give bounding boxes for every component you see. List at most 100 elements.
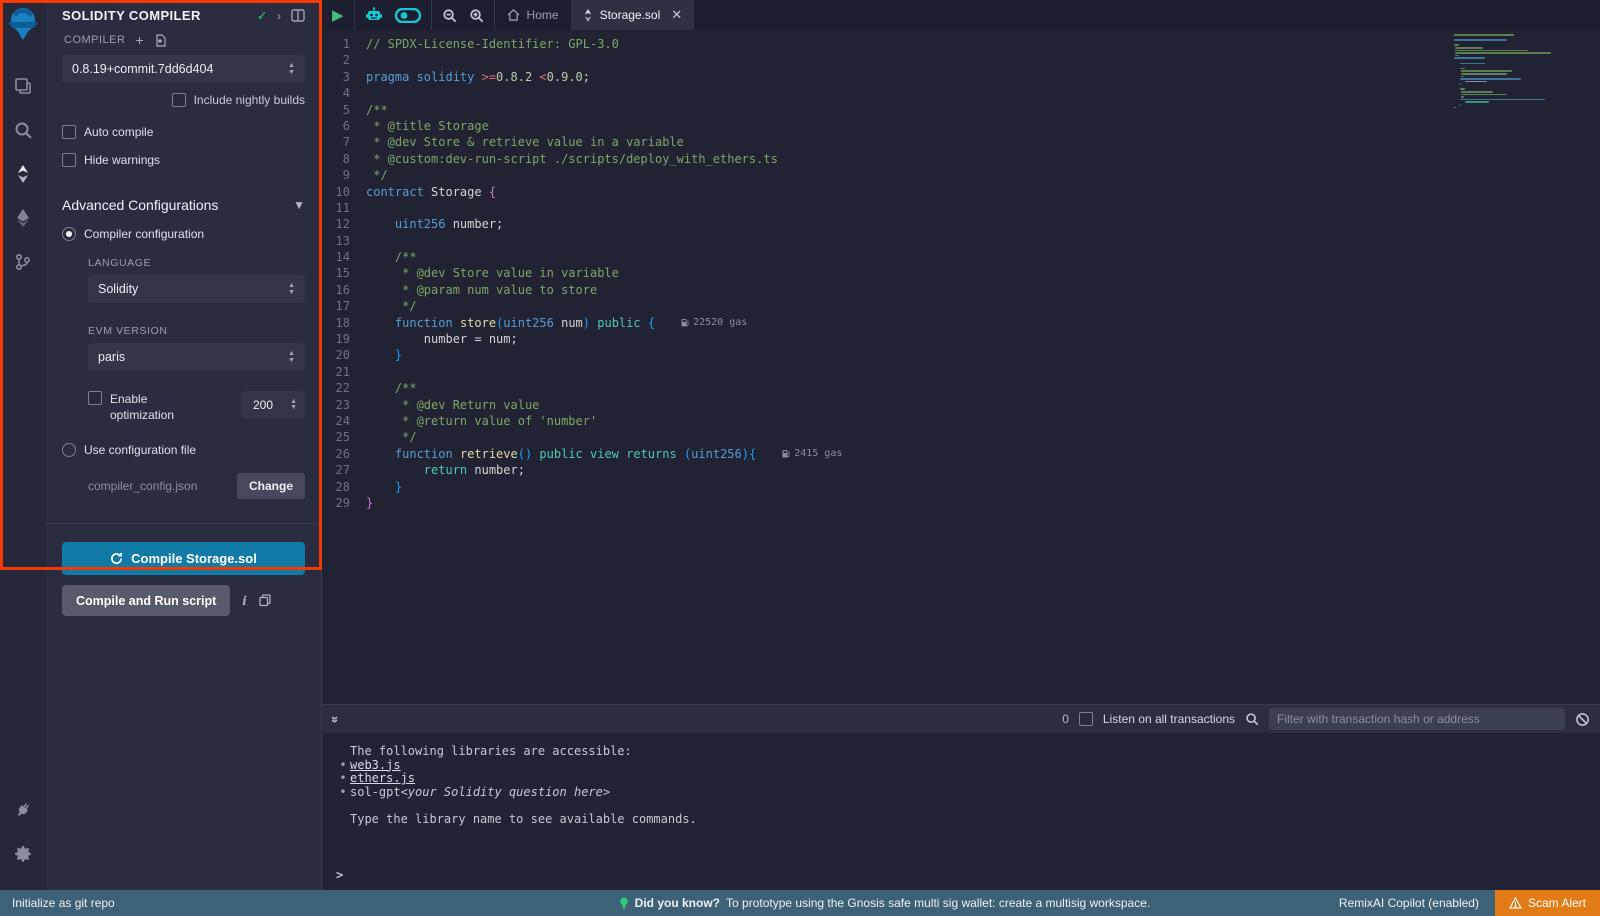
compiler-version-select[interactable]: 0.8.19+commit.7dd6d404 ▲▼ [62, 55, 305, 83]
deploy-and-run-icon[interactable] [0, 196, 46, 240]
copy-icon[interactable] [259, 594, 271, 607]
chevron-right-icon[interactable]: › [277, 9, 281, 23]
code-line[interactable]: 26 function retrieve() public view retur… [322, 446, 1600, 462]
code-line[interactable]: 12 uint256 number; [322, 216, 1600, 232]
code-line[interactable]: 22 /** [322, 380, 1600, 396]
copilot-status[interactable]: RemixAI Copilot (enabled) [1339, 896, 1495, 910]
code-line[interactable]: 7 * @dev Store & retrieve value in a var… [322, 134, 1600, 150]
remix-ai-robot-icon[interactable] [365, 7, 383, 23]
code-line[interactable]: 29} [322, 495, 1600, 511]
code-token: number = num; [366, 331, 518, 347]
code-token: * @custom:dev-run-script ./scripts/deplo… [366, 151, 778, 167]
split-view-icon[interactable] [291, 9, 305, 22]
code-line[interactable]: 21 [322, 364, 1600, 380]
code-line[interactable]: 6 * @title Storage [322, 118, 1600, 134]
load-from-file-icon[interactable] [154, 34, 167, 47]
code-line[interactable]: 4 [322, 85, 1600, 101]
scam-alert-badge[interactable]: Scam Alert [1495, 890, 1600, 916]
code-line[interactable]: 1// SPDX-License-Identifier: GPL-3.0 [322, 36, 1600, 52]
transaction-filter-input[interactable] [1269, 708, 1565, 730]
language-select[interactable]: Solidity ▲▼ [88, 275, 305, 303]
code-line[interactable]: 17 */ [322, 298, 1600, 314]
solidity-compiler-panel: SOLIDITY COMPILER ✓ › COMPILER + 0.8.19+… [46, 0, 322, 890]
git-init-status[interactable]: Initialize as git repo [0, 896, 430, 910]
code-line[interactable]: 19 number = num; [322, 331, 1600, 347]
nightly-builds-checkbox[interactable] [172, 93, 186, 107]
listen-transactions-checkbox[interactable] [1079, 712, 1093, 726]
library-link[interactable]: ethers.js [350, 772, 415, 786]
run-script-group: ▶ [322, 0, 355, 30]
minimap[interactable] [1454, 34, 1560, 109]
hide-warnings-checkbox[interactable] [62, 153, 76, 167]
compiler-configuration-radio[interactable] [62, 227, 76, 241]
advanced-configurations-title: Advanced Configurations [62, 197, 218, 213]
code-line[interactable]: 18 function store(uint256 num) public {2… [322, 315, 1600, 331]
code-token: */ [366, 298, 417, 314]
file-explorer-icon[interactable] [0, 64, 46, 108]
enable-optimization-checkbox[interactable] [88, 391, 102, 405]
change-config-button[interactable]: Change [237, 473, 305, 499]
code-line[interactable]: 15 * @dev Store value in variable [322, 265, 1600, 281]
terminal-body[interactable]: The following libraries are accessible:•… [322, 733, 1600, 890]
expand-terminal-icon[interactable]: » [328, 715, 343, 722]
search-icon[interactable] [0, 108, 46, 152]
remix-logo-icon[interactable] [6, 6, 40, 42]
code-line[interactable]: 23 * @dev Return value [322, 397, 1600, 413]
info-icon[interactable]: i [242, 594, 247, 608]
code-token: ; [583, 69, 590, 85]
code-line[interactable]: 5/** [322, 102, 1600, 118]
code-line[interactable]: 10contract Storage { [322, 184, 1600, 200]
code-line[interactable]: 9 */ [322, 167, 1600, 183]
minimap-line [1454, 44, 1459, 46]
code-token [532, 446, 539, 462]
code-line[interactable]: 2 [322, 52, 1600, 68]
line-number: 1 [322, 36, 366, 52]
code-token [366, 479, 395, 495]
terminal-placeholder-text: <your Solidity question here> [401, 786, 611, 800]
close-tab-icon[interactable]: ✕ [671, 7, 682, 23]
code-line[interactable]: 16 * @param num value to store [322, 282, 1600, 298]
chevron-down-icon: ▼ [293, 198, 305, 212]
code-line[interactable]: 13 [322, 233, 1600, 249]
evm-version-select[interactable]: paris ▲▼ [88, 343, 305, 371]
clear-console-icon[interactable] [1575, 712, 1590, 727]
git-icon[interactable] [0, 240, 46, 284]
zoom-out-icon[interactable] [442, 8, 457, 23]
settings-gear-icon[interactable] [0, 832, 46, 876]
tab-home[interactable]: Home [495, 0, 571, 30]
zoom-in-icon[interactable] [469, 8, 484, 23]
evm-version-label: EVM VERSION [88, 325, 305, 337]
code-line[interactable]: 8 * @custom:dev-run-script ./scripts/dep… [322, 151, 1600, 167]
code-line[interactable]: 25 */ [322, 429, 1600, 445]
did-you-know-tip: Did you know? To prototype using the Gno… [430, 896, 1339, 910]
optimization-runs-stepper[interactable]: 200 ▲▼ [241, 391, 305, 419]
code-line[interactable]: 27 return number; [322, 462, 1600, 478]
terminal-search-icon[interactable] [1245, 712, 1259, 726]
code-line[interactable]: 28 } [322, 479, 1600, 495]
auto-compile-checkbox[interactable] [62, 125, 76, 139]
copilot-toggle-icon[interactable] [395, 8, 421, 23]
minimap-line [1455, 52, 1550, 54]
tab-storage-sol[interactable]: Storage.sol ✕ [571, 0, 695, 30]
code-editor[interactable]: 1// SPDX-License-Identifier: GPL-3.023pr… [322, 30, 1600, 704]
compile-and-run-button[interactable]: Compile and Run script [62, 585, 230, 616]
code-line[interactable]: 24 * @return value of 'number' [322, 413, 1600, 429]
panel-title: SOLIDITY COMPILER [62, 8, 247, 23]
code-line[interactable]: 14 /** [322, 249, 1600, 265]
run-script-play-icon[interactable]: ▶ [332, 8, 344, 23]
code-token: Storage [431, 184, 489, 200]
code-token: >= [482, 69, 496, 85]
use-configuration-file-radio[interactable] [62, 443, 76, 457]
advanced-configurations-header[interactable]: Advanced Configurations ▼ [62, 197, 305, 213]
code-line[interactable]: 20 } [322, 347, 1600, 363]
code-line[interactable]: 3pragma solidity >=0.8.2 <0.9.0; [322, 69, 1600, 85]
library-link[interactable]: web3.js [350, 759, 401, 773]
language-value: Solidity [98, 282, 138, 296]
code-line[interactable]: 11 [322, 200, 1600, 216]
compile-button[interactable]: Compile Storage.sol [62, 542, 305, 575]
compiler-version-value: 0.8.19+commit.7dd6d404 [72, 62, 213, 76]
terminal-prompt[interactable]: > [336, 868, 343, 882]
plugin-manager-icon[interactable] [0, 788, 46, 832]
add-compiler-icon[interactable]: + [135, 33, 144, 47]
solidity-compiler-icon[interactable] [0, 152, 46, 196]
